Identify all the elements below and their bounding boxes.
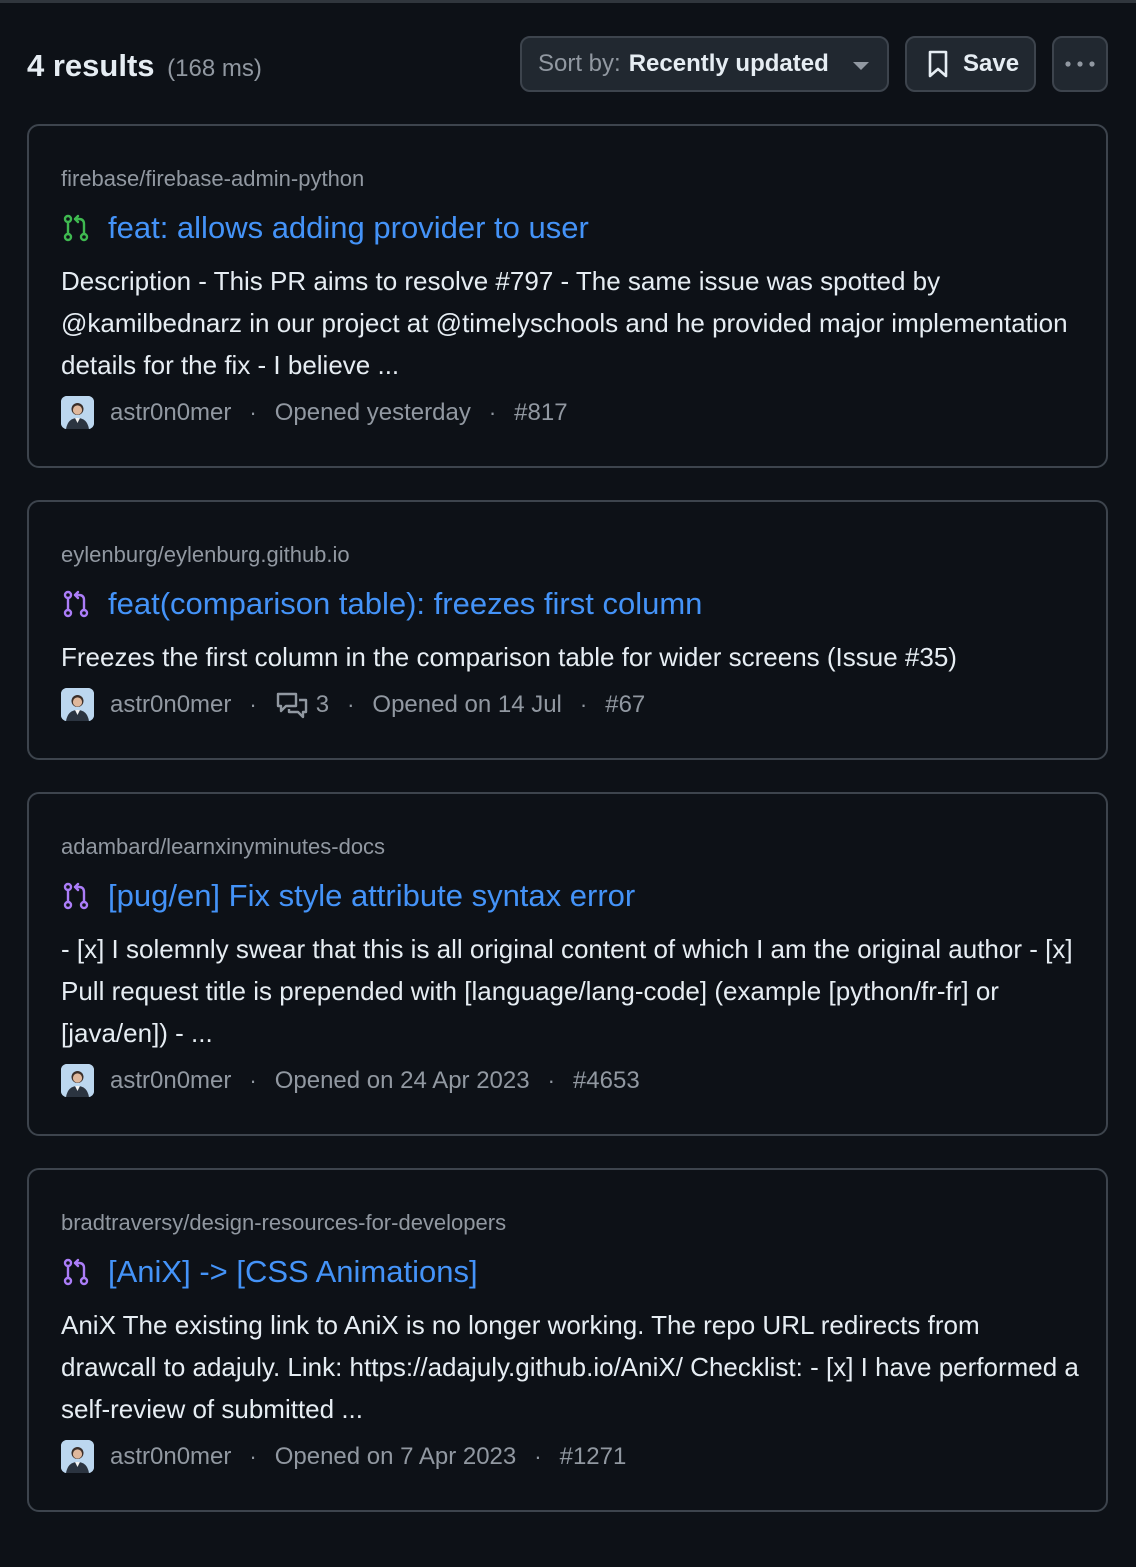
repo-link[interactable]: adambard/learnxinyminutes-docs [61,834,385,860]
search-result-card: adambard/learnxinyminutes-docs [pug/en] … [27,792,1108,1136]
opened-date: Opened on 24 Apr 2023 [274,1066,530,1094]
more-options-button[interactable] [1052,36,1108,92]
git-merge-icon [63,590,89,618]
repo-link[interactable]: eylenburg/eylenburg.github.io [61,542,350,568]
author-link[interactable]: astr0n0mer [110,691,231,719]
avatar[interactable] [61,396,94,429]
avatar[interactable] [61,1440,94,1473]
pr-number-link[interactable]: #817 [514,399,567,427]
comment-discussion-icon [276,692,307,718]
repo-link[interactable]: bradtraversy/design-resources-for-develo… [61,1210,506,1236]
avatar[interactable] [61,688,94,721]
save-label: Save [963,50,1020,77]
sort-value: Recently updated [628,50,829,77]
pr-number-link[interactable]: #4653 [573,1067,640,1095]
result-title-row: feat(comparison table): freezes first co… [61,586,702,622]
separator-dot: · [534,1443,542,1469]
search-timing: (168 ms) [167,55,262,82]
result-description: Description - This PR aims to resolve #7… [61,266,1068,380]
result-title-row: [pug/en] Fix style attribute syntax erro… [61,878,635,914]
separator-dot: · [249,691,257,717]
opened-date: Opened yesterday [274,398,471,426]
pull-request-title-link[interactable]: feat: allows adding provider to user [108,210,589,246]
result-meta: astr0n0mer · 3 · Opened on 14 Jul · #67 [61,688,645,721]
comments-link[interactable]: 3 [275,691,329,719]
pull-request-title-link[interactable]: feat(comparison table): freezes first co… [108,586,702,622]
git-merge-icon [63,882,89,910]
triangle-down-icon [853,62,869,70]
author-link[interactable]: astr0n0mer [110,399,231,427]
avatar[interactable] [61,1064,94,1097]
separator-dot: · [249,1067,257,1093]
separator-dot: · [488,399,497,425]
kebab-horizontal-icon [1065,61,1095,67]
author-link[interactable]: astr0n0mer [110,1443,231,1471]
comment-count: 3 [315,690,330,718]
result-title-row: feat: allows adding provider to user [61,210,589,246]
result-description: - [x] I solemnly swear that this is all … [61,934,1073,1048]
top-divider [0,0,1136,3]
separator-dot: · [249,399,257,425]
opened-date: Opened on 14 Jul [372,690,562,718]
separator-dot: · [249,1443,257,1469]
result-meta: astr0n0mer · Opened on 24 Apr 2023 · #46… [61,1064,640,1097]
pull-request-title-link[interactable]: [AniX] -> [CSS Animations] [108,1254,478,1290]
save-search-button[interactable]: Save [905,36,1036,92]
sort-prefix: Sort by: [538,50,621,77]
results-header: 4 results (168 ms) Sort by: Recently upd… [27,36,1108,92]
separator-dot: · [347,691,355,717]
result-description: AniX The existing link to AniX is no lon… [61,1310,1079,1424]
bookmark-icon [928,50,948,78]
separator-dot: · [547,1067,555,1093]
result-count: 4 results (168 ms) [27,48,262,84]
result-count-label: 4 results [27,48,155,83]
result-title-row: [AniX] -> [CSS Animations] [61,1254,478,1290]
result-description: Freezes the first column in the comparis… [61,642,957,672]
search-result-card: eylenburg/eylenburg.github.io feat(compa… [27,500,1108,760]
opened-date: Opened on 7 Apr 2023 [274,1442,517,1470]
author-link[interactable]: astr0n0mer [110,1067,231,1095]
search-result-card: firebase/firebase-admin-python feat: all… [27,124,1108,468]
search-result-card: bradtraversy/design-resources-for-develo… [27,1168,1108,1512]
pr-number-link[interactable]: #1271 [560,1443,627,1471]
result-meta: astr0n0mer · Opened yesterday · #817 [61,396,568,429]
separator-dot: · [579,691,588,717]
pull-request-title-link[interactable]: [pug/en] Fix style attribute syntax erro… [108,878,635,914]
repo-link[interactable]: firebase/firebase-admin-python [61,166,364,192]
git-pull-request-open-icon [63,214,89,242]
git-merge-icon [63,1258,89,1286]
sort-dropdown[interactable]: Sort by: Recently updated [520,36,889,92]
result-meta: astr0n0mer · Opened on 7 Apr 2023 · #127… [61,1440,626,1473]
pr-number-link[interactable]: #67 [605,691,645,719]
